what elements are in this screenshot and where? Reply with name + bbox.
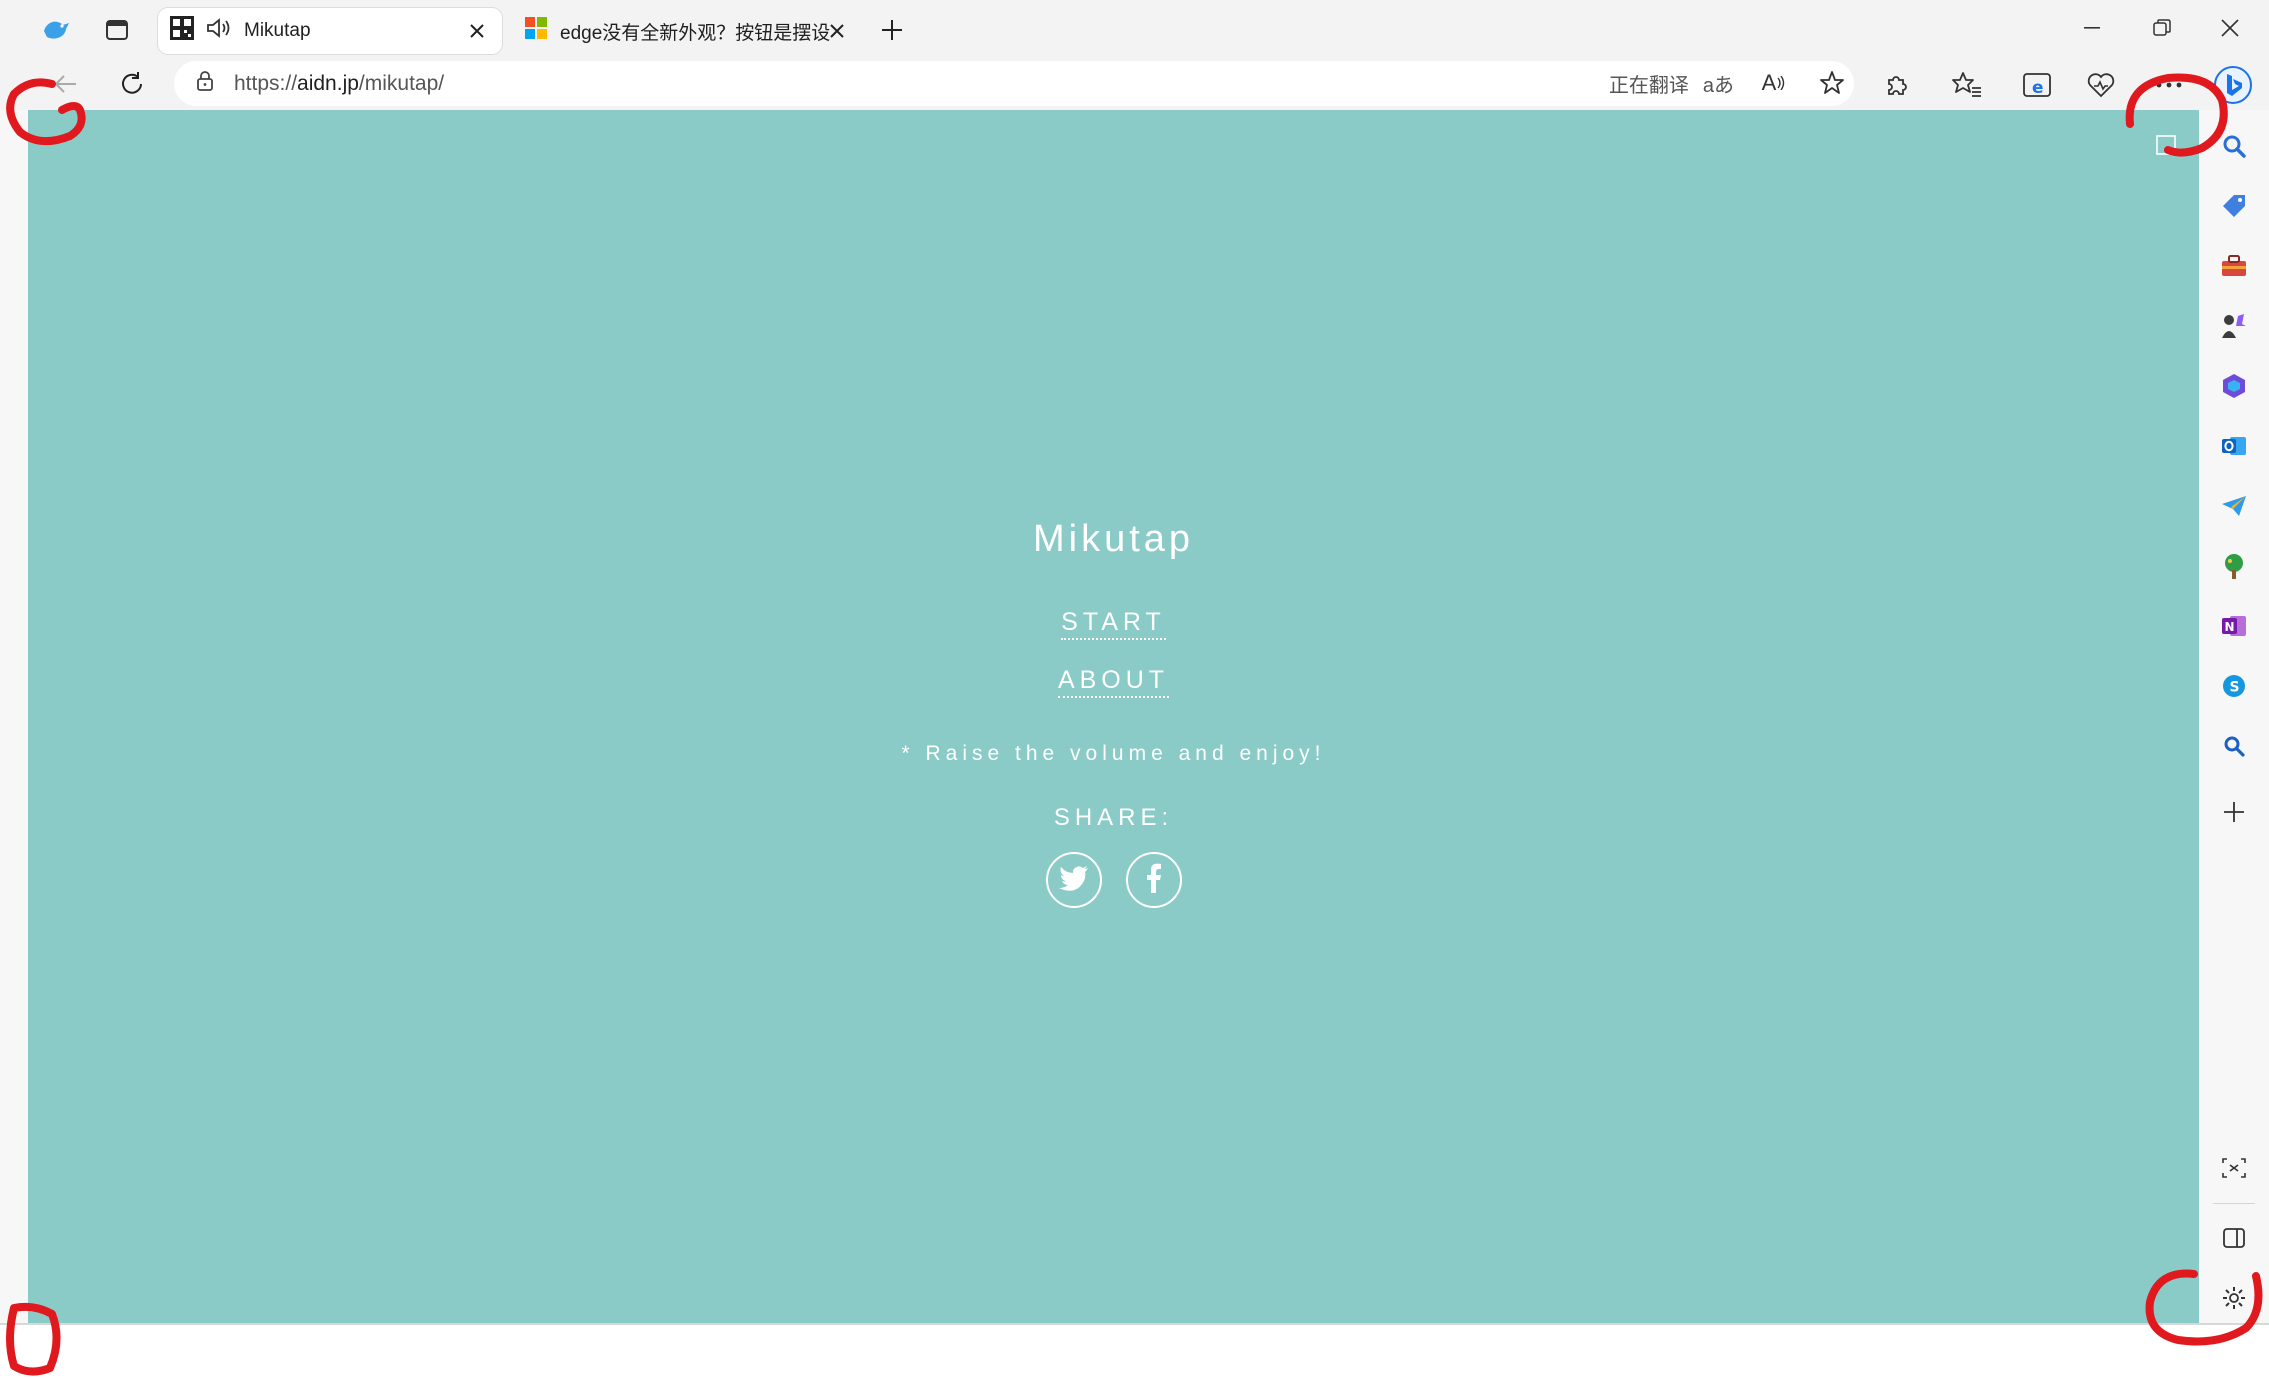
url-text[interactable]: https://aidn.jp/mikutap/ (234, 72, 444, 96)
telegram-send-icon[interactable] (2216, 488, 2252, 524)
window-bottom-edge (0, 1323, 2269, 1379)
search-icon[interactable] (2216, 128, 2252, 164)
microsoft-365-icon[interactable] (2216, 368, 2252, 404)
sidebar-toggle-icon[interactable] (2216, 1220, 2252, 1256)
share-buttons (28, 852, 2199, 908)
start-link[interactable]: START (28, 608, 2199, 640)
mikutap-landing: Mikutap START ABOUT * Raise the volume a… (28, 110, 2199, 1323)
favorites-icon[interactable] (1946, 64, 1988, 106)
page-title: Mikutap (1032, 518, 1195, 560)
svg-text:N: N (2225, 620, 2235, 634)
page-viewport: Mikutap START ABOUT * Raise the volume a… (28, 110, 2199, 1323)
more-options-icon[interactable] (2148, 64, 2190, 106)
about-link[interactable]: ABOUT (28, 666, 2199, 698)
screenshot-icon[interactable] (2216, 1150, 2252, 1186)
skype-icon[interactable]: S (2216, 668, 2252, 704)
shopping-tag-icon[interactable] (2216, 188, 2252, 224)
tree-icon[interactable] (2216, 548, 2252, 584)
read-aloud-icon[interactable]: A (1754, 63, 1794, 103)
bing-copilot-icon[interactable] (2212, 64, 2254, 106)
performance-heart-icon[interactable] (2080, 64, 2122, 106)
close-window-button[interactable] (2200, 8, 2260, 48)
twitter-icon (1058, 865, 1089, 896)
address-bar[interactable]: https://aidn.jp/mikutap/ 正在翻译 aあ A (174, 61, 1854, 106)
restore-button[interactable] (2132, 8, 2192, 48)
translating-status[interactable]: 正在翻译 (1609, 69, 1689, 98)
tab-label: edge没有全新外观？按钮是摆设 (560, 22, 830, 44)
facebook-share-button[interactable] (1125, 852, 1182, 908)
tab-label: Mikutap (244, 20, 311, 41)
svg-text:e: e (2032, 78, 2044, 98)
lock-icon[interactable] (196, 70, 214, 97)
sidebar-settings-gear-icon[interactable] (2216, 1280, 2252, 1316)
twitter-share-button[interactable] (1045, 852, 1102, 908)
favorite-star-icon[interactable] (1812, 63, 1852, 103)
tab-edge-article[interactable]: edge没有全新外观？按钮是摆设 (512, 8, 862, 54)
microsoft-logo-icon (524, 16, 548, 46)
volume-notice: * Raise the volume and enjoy! (901, 742, 1326, 765)
address-bar-actions: 正在翻译 aあ (1609, 61, 1734, 106)
minimize-button[interactable] (2062, 8, 2122, 48)
extensions-puzzle-icon[interactable] (1876, 64, 1918, 106)
fullscreen-icon[interactable] (2155, 134, 2177, 156)
aidn-favicon-icon (170, 16, 194, 46)
facebook-icon (1146, 863, 1162, 898)
speaker-icon[interactable] (206, 17, 232, 45)
search-blue-icon[interactable] (2216, 728, 2252, 764)
browser-toolbar: https://aidn.jp/mikutap/ 正在翻译 aあ A e (0, 58, 2269, 110)
sidebar-divider (2213, 1203, 2255, 1204)
tab-mikutap[interactable]: Mikutap (158, 8, 502, 54)
svg-text:S: S (2230, 680, 2240, 696)
outlook-icon[interactable] (2216, 428, 2252, 464)
new-tab-button[interactable] (874, 12, 910, 48)
tab-actions-icon[interactable] (99, 12, 135, 48)
edge-sidebar: N S (2199, 110, 2269, 1323)
add-icon[interactable] (2216, 794, 2252, 830)
share-label: SHARE: (1053, 804, 1174, 831)
profile-bird-icon[interactable] (38, 12, 74, 48)
ie-mode-icon[interactable]: e (2016, 64, 2058, 106)
tab-close-icon[interactable] (824, 18, 850, 44)
refresh-button[interactable] (112, 64, 152, 104)
back-button[interactable] (46, 64, 86, 104)
onenote-icon[interactable]: N (2216, 608, 2252, 644)
games-icon[interactable] (2216, 308, 2252, 344)
tools-briefcase-icon[interactable] (2216, 248, 2252, 284)
translate-icon[interactable]: aあ (1703, 69, 1734, 98)
tab-close-icon[interactable] (464, 18, 490, 44)
tab-strip: Mikutap edge没有全新外观？按钮是摆设 (0, 0, 2269, 58)
